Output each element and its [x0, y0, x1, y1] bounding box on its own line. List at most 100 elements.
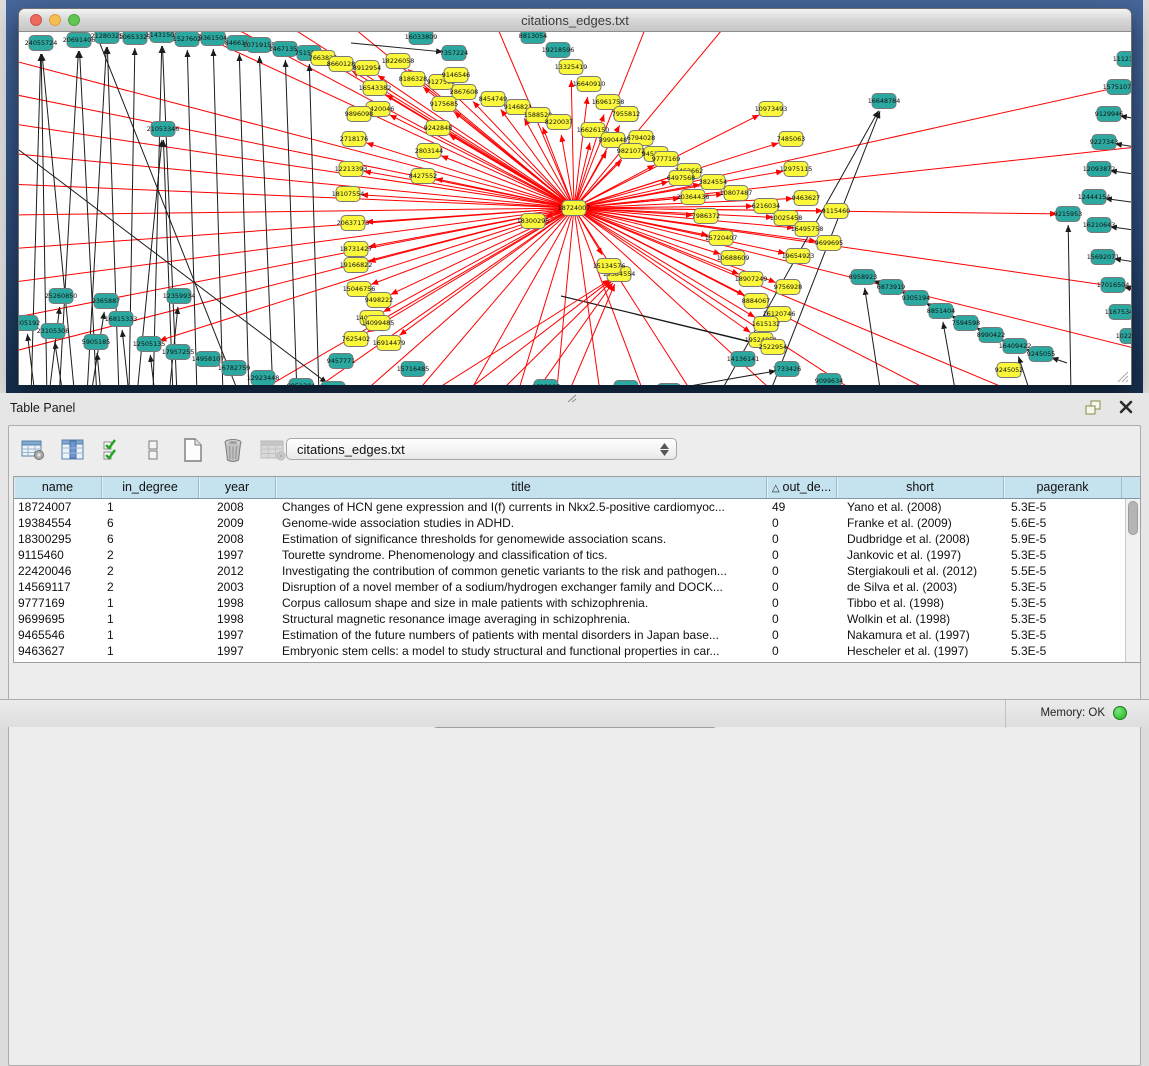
network-node[interactable]: 9129946 — [1095, 107, 1123, 122]
table-row[interactable]: 946362711997Embryonic stem cells: a mode… — [14, 643, 1125, 659]
cell-pagerank[interactable]: 5.6E-5 — [1004, 515, 1122, 531]
network-node[interactable]: 7594598 — [952, 316, 980, 331]
network-node[interactable]: 9365887 — [92, 294, 120, 309]
network-node[interactable]: 18731427 — [340, 242, 373, 257]
row-height-icon[interactable] — [139, 436, 167, 464]
column-header-out_degree[interactable]: △out_de... — [767, 477, 837, 498]
cell-year[interactable]: 2008 — [199, 531, 276, 547]
cell-pagerank[interactable]: 5.5E-5 — [1004, 563, 1122, 579]
cell-year[interactable]: 2012 — [199, 563, 276, 579]
network-node[interactable]: 14099485 — [362, 316, 395, 331]
network-edge[interactable] — [19, 153, 574, 208]
network-node[interactable]: 2718176 — [340, 132, 368, 147]
network-node[interactable]: 10973493 — [755, 102, 788, 117]
cell-year[interactable]: 1998 — [199, 595, 276, 611]
network-edge[interactable] — [97, 353, 101, 385]
network-node[interactable]: 9635887 — [532, 380, 560, 386]
network-edge[interactable] — [574, 81, 1131, 208]
network-node[interactable]: 12213393 — [335, 162, 368, 177]
cell-title[interactable]: Disruption of a novel member of a sodium… — [276, 579, 767, 595]
network-node[interactable]: 2522954 — [759, 340, 787, 355]
cell-short[interactable]: Hescheler et al. (1997) — [837, 643, 1004, 659]
network-canvas[interactable]: 1872400724055724206914062128032510653327… — [19, 32, 1131, 385]
network-node[interactable]: 18907249 — [735, 272, 768, 287]
network-node[interactable]: 24055724 — [25, 36, 58, 51]
network-node[interactable]: 8990422 — [977, 328, 1005, 343]
network-node[interactable]: 17957255 — [162, 345, 195, 360]
network-node[interactable]: 14136141 — [727, 352, 760, 367]
cell-in_degree[interactable]: 2 — [102, 563, 199, 579]
cell-name[interactable]: 14569117 — [14, 579, 102, 595]
network-node[interactable]: 1527602 — [173, 32, 201, 47]
network-node[interactable]: 9498222 — [365, 293, 393, 308]
cell-short[interactable]: Tibbo et al. (1998) — [837, 595, 1004, 611]
network-node[interactable]: 18107554 — [332, 187, 365, 202]
cell-in_degree[interactable]: 1 — [102, 643, 199, 659]
cell-pagerank[interactable]: 5.3E-5 — [1004, 595, 1122, 611]
table-vertical-scrollbar[interactable] — [1125, 499, 1140, 662]
show-columns-icon[interactable] — [59, 436, 87, 464]
network-node[interactable]: 1615132 — [752, 317, 780, 332]
network-edge[interactable] — [571, 80, 574, 208]
network-node[interactable]: 9777169 — [652, 152, 680, 167]
cell-year[interactable]: 1998 — [199, 611, 276, 627]
cell-out_degree[interactable]: 0 — [767, 595, 837, 611]
cell-year[interactable]: 1997 — [199, 643, 276, 659]
cell-name[interactable]: 9463627 — [14, 643, 102, 659]
network-node[interactable]: 16648784 — [868, 94, 901, 109]
network-node[interactable]: 2803144 — [415, 144, 443, 159]
network-node[interactable]: 7357224 — [440, 46, 468, 61]
network-node[interactable]: 12923448 — [247, 371, 280, 386]
network-edge[interactable] — [49, 307, 60, 385]
network-node[interactable]: 8813054 — [519, 32, 547, 44]
network-edge[interactable] — [19, 59, 574, 208]
network-node[interactable]: 9215953 — [1054, 207, 1082, 222]
new-document-icon[interactable] — [179, 436, 207, 464]
network-node[interactable]: 8220037 — [545, 115, 573, 130]
network-node[interactable]: 10692282 — [610, 381, 643, 386]
network-edge[interactable] — [943, 322, 956, 385]
cell-out_degree[interactable]: 0 — [767, 563, 837, 579]
cell-name[interactable]: 9699695 — [14, 611, 102, 627]
cell-in_degree[interactable]: 2 — [102, 579, 199, 595]
table-row[interactable]: 969969511998Structural magnetic resonanc… — [14, 611, 1125, 627]
cell-in_degree[interactable]: 1 — [102, 499, 199, 515]
close-panel-icon[interactable] — [1119, 400, 1133, 414]
cell-name[interactable]: 19384554 — [14, 515, 102, 531]
network-node[interactable]: 9756928 — [774, 280, 802, 295]
network-node[interactable]: 10688609 — [717, 251, 750, 266]
network-node[interactable]: 9242848 — [424, 121, 452, 136]
memory-status-icon[interactable] — [1113, 706, 1127, 720]
cell-in_degree[interactable]: 2 — [102, 547, 199, 563]
network-edge[interactable] — [1051, 358, 1067, 363]
network-edge[interactable] — [456, 281, 610, 385]
cell-in_degree[interactable]: 1 — [102, 627, 199, 643]
network-node[interactable]: 16033809 — [405, 32, 438, 45]
network-edge[interactable] — [239, 54, 249, 385]
network-node[interactable]: 9457771 — [327, 354, 355, 369]
network-node[interactable]: 12505135 — [133, 337, 166, 352]
cell-pagerank[interactable]: 5.9E-5 — [1004, 531, 1122, 547]
network-node[interactable]: 18300295 — [517, 214, 550, 229]
cell-pagerank[interactable]: 5.3E-5 — [1004, 611, 1122, 627]
cell-title[interactable]: Embryonic stem cells: a model to study s… — [276, 643, 767, 659]
network-node[interactable]: 9896098 — [345, 107, 373, 122]
select-rows-icon[interactable] — [99, 436, 127, 464]
network-node[interactable]: 5905185 — [82, 335, 110, 350]
network-node[interactable]: 3824554 — [699, 175, 727, 190]
cell-out_degree[interactable]: 49 — [767, 499, 837, 515]
network-edge[interactable] — [129, 48, 135, 385]
network-node[interactable]: 18226058 — [382, 54, 415, 69]
cell-short[interactable]: Yano et al. (2008) — [837, 499, 1004, 515]
network-node[interactable]: 16914479 — [373, 336, 406, 351]
network-node[interactable]: 12444154 — [1078, 190, 1111, 205]
network-node[interactable]: 7594595 — [655, 384, 683, 386]
cell-year[interactable]: 1997 — [199, 627, 276, 643]
network-node[interactable]: 7986372 — [692, 209, 720, 224]
cell-name[interactable]: 9115460 — [14, 547, 102, 563]
network-node[interactable]: 8912954 — [353, 61, 381, 76]
network-node[interactable]: 16815333 — [105, 312, 138, 327]
cell-name[interactable]: 18300295 — [14, 531, 102, 547]
network-edge[interactable] — [122, 330, 129, 385]
network-node[interactable]: 9227343 — [1090, 135, 1118, 150]
